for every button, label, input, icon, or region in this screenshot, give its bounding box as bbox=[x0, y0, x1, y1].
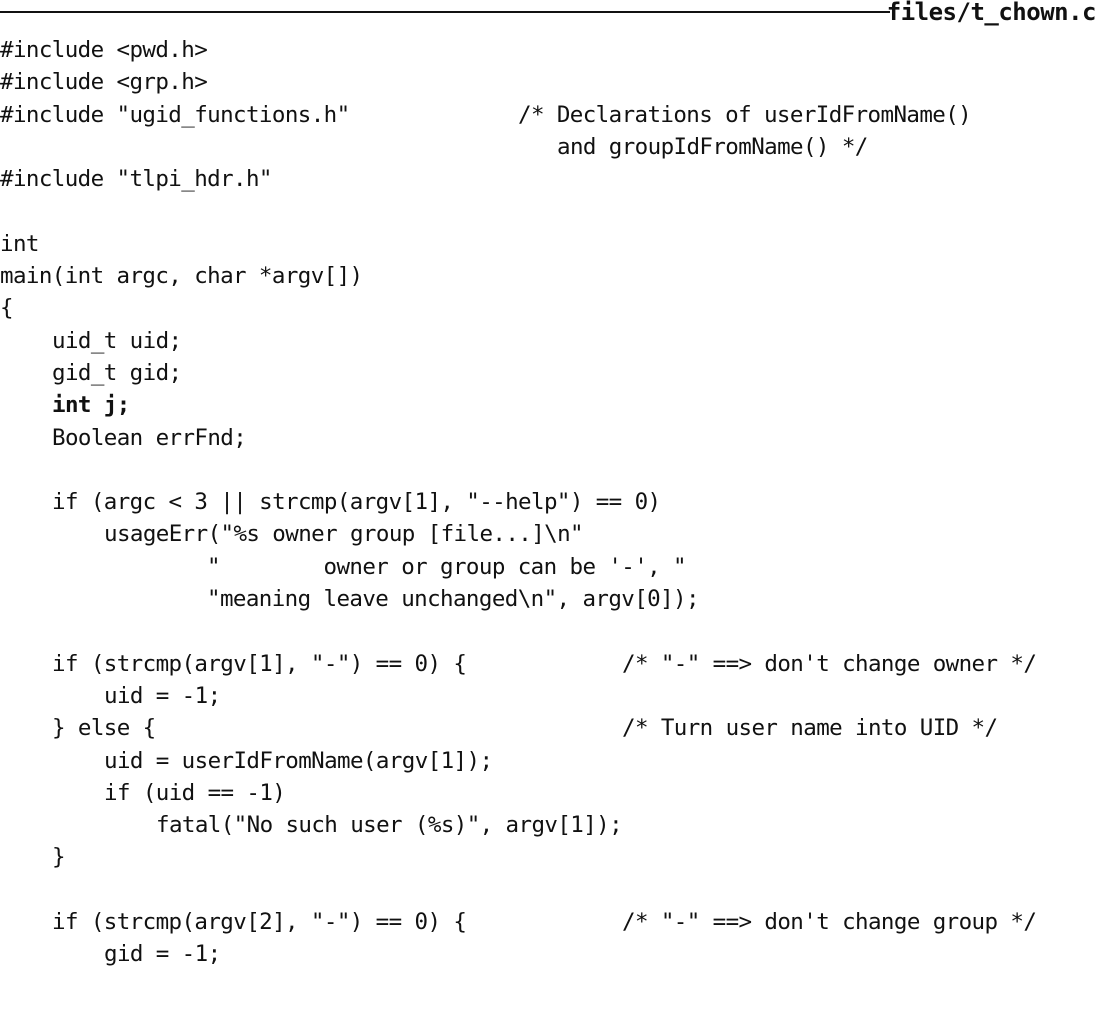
code-line-10: uid_t uid; bbox=[52, 327, 182, 354]
code-line-25: fatal("No such user (%s)", argv[1]); bbox=[156, 812, 623, 839]
code-line-2: #include <grp.h> bbox=[0, 69, 208, 96]
code-line-1: #include <pwd.h> bbox=[0, 37, 208, 63]
header-rule bbox=[0, 11, 890, 13]
code-line-3: #include "ugid_functions.h" /* Declarati… bbox=[0, 99, 1098, 131]
code-line-24: if (uid == -1) bbox=[104, 779, 286, 806]
code-line-4: and groupIdFromName() */ bbox=[0, 131, 1098, 163]
code-listing: #include <pwd.h> #include <grp.h> #inclu… bbox=[0, 34, 1098, 971]
code-line-5: #include "tlpi_hdr.h" bbox=[0, 166, 272, 193]
code-line-26: } bbox=[52, 844, 66, 871]
code-line-7: int bbox=[0, 230, 39, 257]
code-line-20: if (strcmp(argv[1], "-") == 0) { /* "-" … bbox=[0, 648, 1098, 680]
code-comment: and groupIdFromName() */ bbox=[557, 133, 868, 160]
code-line-18: "meaning leave unchanged\n", argv[0]); bbox=[207, 586, 700, 613]
code-line-17: " owner or group can be '-', " bbox=[207, 553, 687, 580]
code-line-8: main(int argc, char *argv[]) bbox=[0, 263, 363, 290]
code-line-22: } else { /* Turn user name into UID */ bbox=[0, 712, 1098, 744]
listing-header: files/t_chown.c bbox=[0, 0, 1098, 26]
code-line-29: gid = -1; bbox=[104, 941, 221, 968]
code-line-11: gid_t gid; bbox=[52, 359, 182, 386]
code-line-15: if (argc < 3 || strcmp(argv[1], "--help"… bbox=[52, 489, 661, 516]
code-line-16: usageErr("%s owner group [file...]\n" bbox=[104, 521, 584, 548]
listing-filename: files/t_chown.c bbox=[886, 0, 1097, 26]
code-line-12: int j; bbox=[52, 392, 130, 419]
code-line-28: if (strcmp(argv[2], "-") == 0) { /* "-" … bbox=[0, 906, 1098, 938]
code-line-13: Boolean errFnd; bbox=[52, 424, 247, 451]
code-line-9: { bbox=[0, 295, 14, 322]
code-comment: /* "-" ==> don't change group */ bbox=[622, 909, 1037, 936]
code-comment: /* "-" ==> don't change owner */ bbox=[622, 650, 1037, 677]
code-comment: /* Declarations of userIdFromName() bbox=[518, 101, 972, 128]
code-line-21: uid = -1; bbox=[104, 682, 221, 709]
code-line-23: uid = userIdFromName(argv[1]); bbox=[104, 747, 493, 774]
code-comment: /* Turn user name into UID */ bbox=[622, 715, 998, 742]
